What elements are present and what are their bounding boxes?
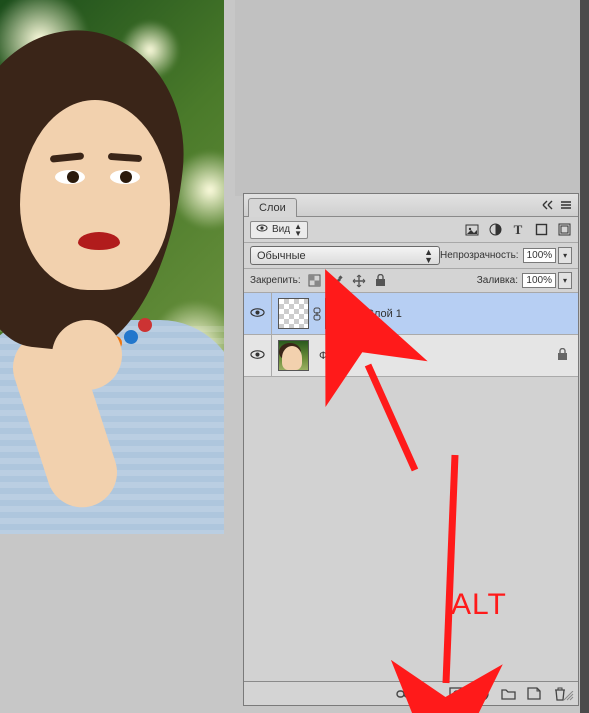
blend-mode-select[interactable]: Обычные ▲▼ — [250, 246, 440, 265]
panel-menu-icon[interactable] — [558, 197, 574, 213]
layer-row[interactable]: Фон — [244, 335, 578, 377]
filter-shape-icon[interactable] — [533, 222, 549, 238]
mask-link-icon[interactable] — [312, 307, 322, 321]
filter-smart-icon[interactable] — [556, 222, 572, 238]
fill-value[interactable]: 100% — [522, 273, 556, 288]
lock-all-icon[interactable] — [372, 273, 390, 289]
layer-thumbnail[interactable] — [278, 340, 309, 371]
panel-footer: fx▾ — [244, 681, 578, 705]
layer-mask-thumbnail[interactable] — [325, 298, 356, 329]
filter-row: Вид ▲▼ T — [244, 217, 578, 243]
eye-icon — [250, 347, 265, 365]
blend-row: Обычные ▲▼ Непрозрачность: 100% ▾ — [244, 243, 578, 269]
fill-label: Заливка: — [477, 275, 518, 286]
eye-icon — [256, 223, 268, 236]
lock-row: Закрепить: Заливка: 100% ▾ — [244, 269, 578, 293]
chevron-updown-icon: ▲▼ — [294, 223, 302, 237]
document-image — [0, 0, 224, 534]
tab-layers[interactable]: Слои — [248, 198, 297, 217]
workspace-background — [235, 0, 580, 196]
lock-pixels-icon[interactable] — [328, 273, 346, 289]
canvas-area[interactable] — [0, 0, 235, 560]
fx-icon[interactable]: fx▾ — [422, 686, 438, 702]
lock-label: Закрепить: — [250, 275, 301, 286]
eye-icon — [250, 305, 265, 323]
delete-layer-icon[interactable] — [552, 686, 568, 702]
opacity-stepper[interactable]: ▾ — [558, 247, 572, 264]
layer-row[interactable]: Слой 1 — [244, 293, 578, 335]
layer-name[interactable]: Фон — [319, 350, 340, 362]
layers-panel: Слои Вид ▲▼ T Обычные ▲▼ Непрозрачнос — [243, 193, 579, 706]
lock-transparency-icon[interactable] — [306, 273, 324, 289]
visibility-toggle[interactable] — [244, 293, 272, 334]
chevron-updown-icon: ▲▼ — [424, 248, 433, 264]
panel-collapse-icon[interactable] — [540, 197, 556, 213]
layer-thumbnail[interactable] — [278, 298, 309, 329]
filter-pixel-icon[interactable] — [464, 222, 480, 238]
filter-kind-select[interactable]: Вид ▲▼ — [250, 221, 308, 239]
layer-list: Слой 1 Фон — [244, 293, 578, 681]
link-layers-icon[interactable] — [396, 686, 412, 702]
blend-mode-value: Обычные — [257, 250, 306, 262]
new-adjustment-icon[interactable] — [474, 686, 490, 702]
filter-adjust-icon[interactable] — [487, 222, 503, 238]
annotation-text: ALT — [451, 588, 507, 622]
fill-stepper[interactable]: ▾ — [558, 272, 572, 289]
layer-name[interactable]: Слой 1 — [366, 308, 402, 320]
opacity-value[interactable]: 100% — [523, 248, 557, 263]
opacity-label: Непрозрачность: — [440, 250, 519, 261]
visibility-toggle[interactable] — [244, 335, 272, 376]
new-layer-icon[interactable] — [526, 686, 542, 702]
panel-tabbar: Слои — [244, 194, 578, 217]
new-group-icon[interactable] — [500, 686, 516, 702]
lock-position-icon[interactable] — [350, 273, 368, 289]
right-gutter — [580, 0, 589, 713]
filter-kind-label: Вид — [272, 224, 290, 235]
add-mask-icon[interactable] — [448, 686, 464, 702]
lock-icon — [557, 348, 568, 364]
filter-type-icon[interactable]: T — [510, 222, 526, 238]
